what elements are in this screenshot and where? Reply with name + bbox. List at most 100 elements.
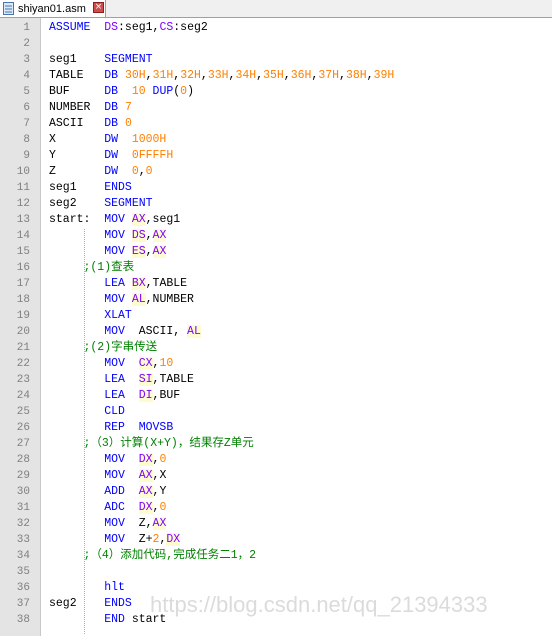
code-token: ,BUF — [152, 389, 181, 402]
line-number: 10 — [16, 166, 30, 178]
code-token: ENDS — [104, 597, 132, 610]
line-number: 19 — [16, 310, 30, 322]
code-token: 37H — [318, 69, 340, 82]
file-tab[interactable]: shiyan01.asm × — [0, 0, 106, 17]
code-text: LEA BX,TABLE — [49, 276, 187, 292]
code-token: ,X — [152, 469, 167, 482]
code-token: ;(2)字串传送 — [49, 341, 158, 354]
line-number: 4 — [23, 70, 30, 82]
code-text: MOV AX,X — [49, 468, 166, 484]
code-text: X DW 1000H — [49, 132, 166, 148]
code-text: LEA DI,BUF — [49, 388, 180, 404]
code-line: 29 MOV AX,X — [0, 468, 552, 484]
line-number: 2 — [23, 38, 30, 50]
code-token: ASCII, — [138, 325, 188, 338]
line-number: 20 — [16, 326, 30, 338]
code-token: , — [283, 69, 291, 82]
line-number: 24 — [16, 390, 30, 402]
code-token: AX — [138, 485, 153, 498]
line-number: 33 — [16, 534, 30, 546]
code-token: ENDS — [104, 181, 132, 194]
code-line: 15 MOV ES,AX — [0, 244, 552, 260]
code-token: ,seg1 — [145, 213, 181, 226]
code-token: 10 — [131, 85, 153, 98]
code-token: ;（3）计算(X+Y)，结果存Z单元 — [49, 437, 254, 450]
code-text: MOV ASCII, AL — [49, 324, 201, 340]
code-line: 2 — [0, 36, 552, 52]
code-text: TABLE DB 30H,31H,32H,33H,34H,35H,36H,37H… — [49, 68, 394, 84]
code-text: Y DW 0FFFFH — [49, 148, 173, 164]
code-token: AX — [152, 229, 167, 242]
code-token: DW — [104, 165, 132, 178]
line-number: 3 — [23, 54, 30, 66]
code-text: MOV Z,AX — [49, 516, 167, 532]
code-token: MOV — [104, 469, 139, 482]
line-number: 23 — [16, 374, 30, 386]
code-line: 18 MOV AL,NUMBER — [0, 292, 552, 308]
code-text: MOV DX,0 — [49, 452, 166, 468]
code-line: 24 LEA DI,BUF — [0, 388, 552, 404]
code-token: , — [145, 245, 153, 258]
line-number: 21 — [16, 342, 30, 354]
code-token: MOV — [104, 533, 139, 546]
line-number: 30 — [16, 486, 30, 498]
code-token: MOV — [104, 325, 139, 338]
code-text: seg1 ENDS — [49, 180, 132, 196]
code-editor[interactable]: 1 ASSUME DS:seg1,CS:seg2 2 3 seg1 SEGMENT 4 TA… — [0, 20, 552, 628]
code-text: start: MOV AX,seg1 — [49, 212, 180, 228]
code-token: DB — [104, 69, 125, 82]
line-number: 6 — [23, 102, 30, 114]
code-line: 3 seg1 SEGMENT — [0, 52, 552, 68]
code-token: BX — [131, 277, 146, 290]
code-token: , — [200, 69, 208, 82]
code-line: 5 BUF DB 10 DUP(0) — [0, 84, 552, 100]
line-number: 13 — [16, 214, 30, 226]
code-token: seg2 — [49, 597, 105, 610]
code-line: 1 ASSUME DS:seg1,CS:seg2 — [0, 20, 552, 36]
code-token: DB — [104, 85, 132, 98]
code-token: , — [366, 69, 374, 82]
line-number: 31 — [16, 502, 30, 514]
code-token: CX — [138, 357, 153, 370]
code-token: LEA — [104, 277, 132, 290]
code-token: DUP — [152, 85, 174, 98]
code-line: 22 MOV CX,10 — [0, 356, 552, 372]
code-token: ,TABLE — [152, 373, 194, 386]
code-token: DX — [166, 533, 181, 546]
code-token: :seg2 — [173, 21, 208, 34]
code-text: seg1 SEGMENT — [49, 52, 153, 68]
code-token: SEGMENT — [104, 53, 153, 66]
line-number: 26 — [16, 422, 30, 434]
code-line: 13 start: MOV AX,seg1 — [0, 212, 552, 228]
code-token: ,NUMBER — [145, 293, 194, 306]
line-number: 29 — [16, 470, 30, 482]
code-text: ADD AX,Y — [49, 484, 166, 500]
code-line: 31 ADC DX,0 — [0, 500, 552, 516]
code-token: DW — [104, 133, 132, 146]
code-text: XLAT — [49, 308, 132, 324]
code-token: seg2 — [49, 197, 105, 210]
line-number: 22 — [16, 358, 30, 370]
code-token: REP MOVSB — [104, 421, 174, 434]
close-icon[interactable]: × — [93, 2, 104, 13]
code-token: , — [339, 69, 346, 82]
code-token: AX — [152, 517, 167, 530]
code-token: 0 — [145, 165, 153, 178]
code-token: DS — [104, 21, 119, 34]
line-number: 14 — [16, 230, 30, 242]
code-token: ES — [131, 245, 146, 258]
code-text: MOV CX,10 — [49, 356, 173, 372]
code-line: 10 Z DW 0,0 — [0, 164, 552, 180]
code-token: AX — [152, 245, 167, 258]
code-token: ASCII — [49, 117, 105, 130]
line-number: 27 — [16, 438, 30, 450]
code-token: XLAT — [104, 309, 132, 322]
